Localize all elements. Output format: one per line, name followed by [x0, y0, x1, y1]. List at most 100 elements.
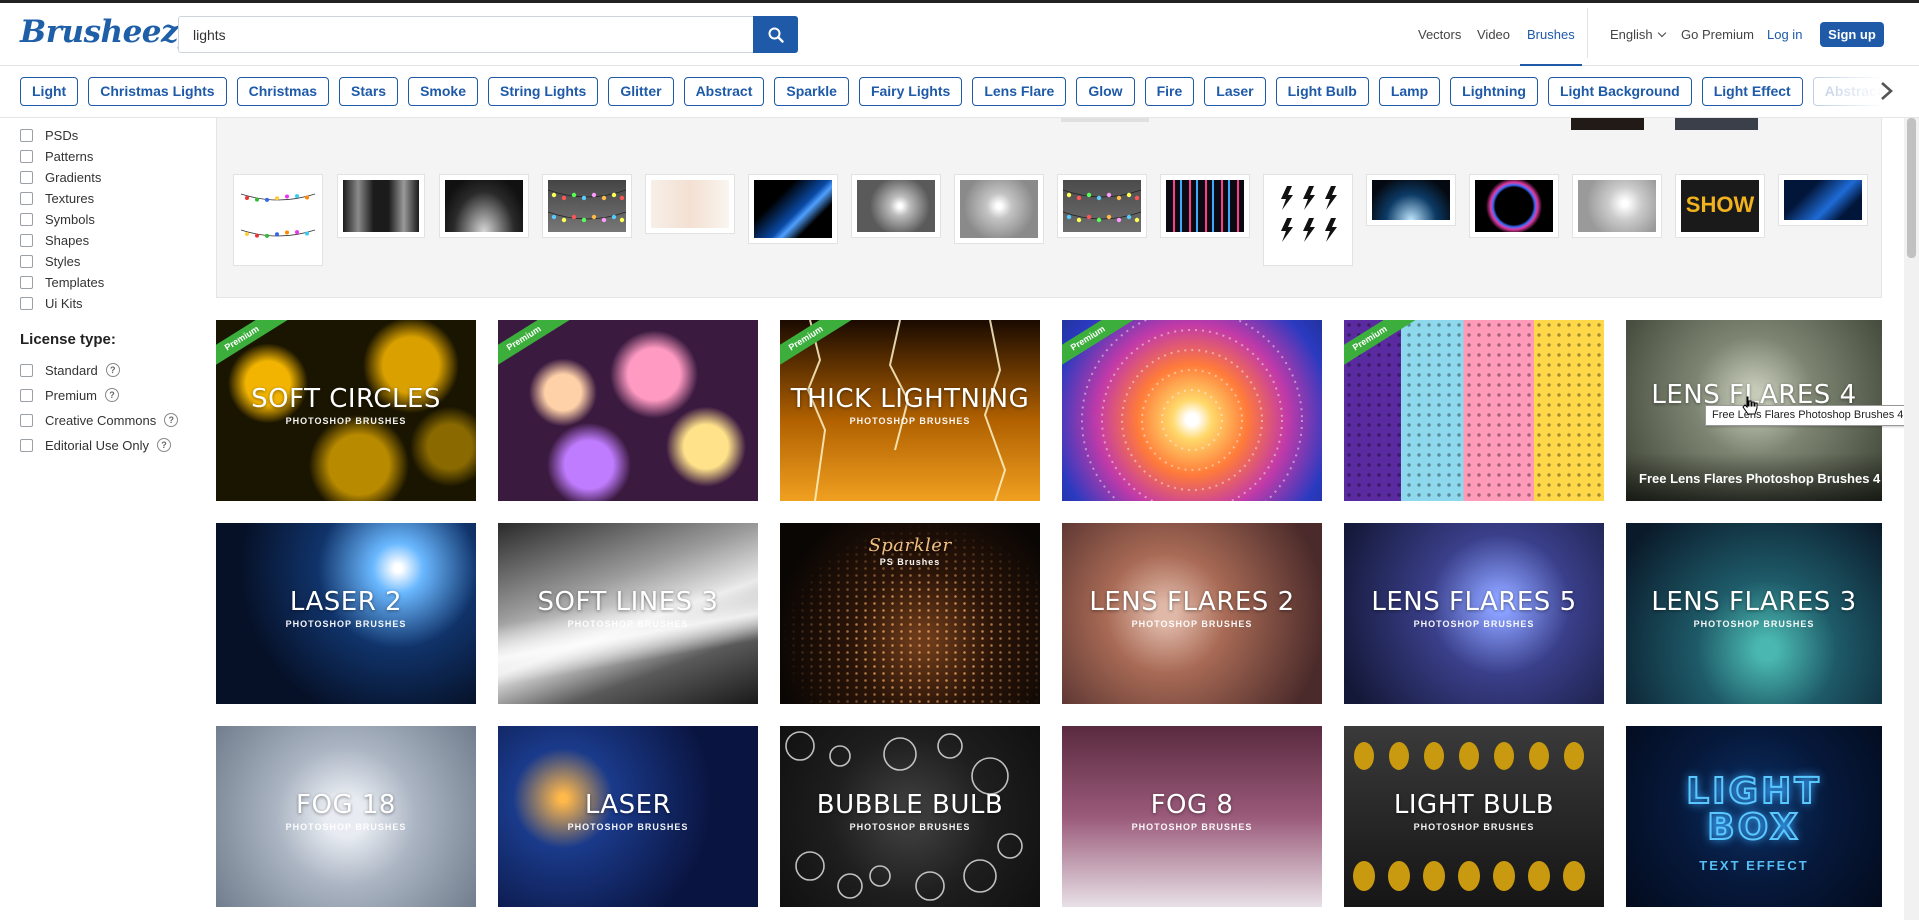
- tag-laser[interactable]: Laser: [1204, 77, 1266, 106]
- brush-card[interactable]: Premium: [498, 320, 758, 501]
- brush-card[interactable]: LIGHT BULB PHOTOSHOP BRUSHES: [1344, 726, 1604, 907]
- checkbox[interactable]: [20, 296, 33, 310]
- thumb-partial[interactable]: [1571, 118, 1644, 130]
- tag-string-lights[interactable]: String Lights: [488, 77, 599, 106]
- signup-button[interactable]: Sign up: [1820, 22, 1884, 47]
- brush-card[interactable]: Sparkler PS Brushes: [780, 523, 1040, 704]
- brush-card[interactable]: LENS FLARES 2 PHOTOSHOP BRUSHES: [1062, 523, 1322, 704]
- related-thumb[interactable]: [851, 174, 941, 238]
- related-thumb[interactable]: [1057, 174, 1147, 238]
- brusheezy-logo[interactable]: Brusheezy: [20, 14, 196, 50]
- tag-fairy-lights[interactable]: Fairy Lights: [858, 77, 963, 106]
- checkbox[interactable]: [20, 254, 33, 268]
- brush-card[interactable]: LIGHT BOX TEXT EFFECT: [1626, 726, 1882, 907]
- help-icon[interactable]: ?: [157, 438, 172, 452]
- help-icon[interactable]: ?: [105, 388, 120, 402]
- filter-ui-kits[interactable]: Ui Kits: [20, 294, 83, 312]
- related-thumb[interactable]: [1572, 174, 1662, 238]
- help-icon[interactable]: ?: [105, 363, 120, 377]
- filter-symbols[interactable]: Symbols: [20, 210, 95, 228]
- language-select[interactable]: English: [1610, 0, 1666, 66]
- brush-card[interactable]: BUBBLE BULB PHOTOSHOP BRUSHES: [780, 726, 1040, 907]
- related-thumb[interactable]: [439, 174, 529, 238]
- search-input[interactable]: [179, 17, 753, 52]
- tag-abstract[interactable]: Abstract: [683, 77, 765, 106]
- tag-light[interactable]: Light: [20, 77, 79, 106]
- chevron-right-icon[interactable]: [1875, 80, 1897, 102]
- related-thumb[interactable]: [1778, 174, 1868, 226]
- tag-light-bulb[interactable]: Light Bulb: [1275, 77, 1369, 106]
- license-standard[interactable]: Standard?: [20, 361, 120, 379]
- checkbox[interactable]: [20, 212, 33, 226]
- brush-card[interactable]: THICK LIGHTNING PHOTOSHOP BRUSHES Premium: [780, 320, 1040, 501]
- thumb-partial[interactable]: [1675, 118, 1758, 130]
- tag-christmas-lights[interactable]: Christmas Lights: [88, 77, 227, 106]
- checkbox[interactable]: [20, 170, 33, 184]
- tag-stars[interactable]: Stars: [339, 77, 399, 106]
- checkbox[interactable]: [20, 363, 33, 377]
- nav-vectors[interactable]: Vectors: [1418, 0, 1461, 66]
- help-icon[interactable]: ?: [164, 413, 179, 427]
- related-thumb[interactable]: [1160, 174, 1250, 238]
- brush-card[interactable]: SOFT CIRCLES PHOTOSHOP BRUSHES Premium: [216, 320, 476, 501]
- thumb-image: [1269, 180, 1347, 260]
- brush-card[interactable]: LASER 2 PHOTOSHOP BRUSHES: [216, 523, 476, 704]
- checkbox[interactable]: [20, 233, 33, 247]
- related-thumb[interactable]: [645, 174, 735, 234]
- checkbox[interactable]: [20, 438, 33, 452]
- related-thumb[interactable]: [337, 174, 425, 238]
- login-link[interactable]: Log in: [1767, 0, 1802, 66]
- checkbox[interactable]: [20, 413, 33, 427]
- related-thumb[interactable]: [1366, 174, 1456, 226]
- brush-card[interactable]: LENS FLARES 3 PHOTOSHOP BRUSHES: [1626, 523, 1882, 704]
- related-thumb[interactable]: [954, 174, 1044, 244]
- checkbox[interactable]: [20, 149, 33, 163]
- filter-gradients[interactable]: Gradients: [20, 168, 101, 186]
- brush-card[interactable]: FOG 18 PHOTOSHOP BRUSHES: [216, 726, 476, 907]
- related-thumb[interactable]: [1263, 174, 1353, 266]
- brush-card[interactable]: LASER PHOTOSHOP BRUSHES: [498, 726, 758, 907]
- checkbox[interactable]: [20, 275, 33, 289]
- checkbox[interactable]: [20, 128, 33, 142]
- tag-light-effect[interactable]: Light Effect: [1701, 77, 1803, 106]
- related-thumb[interactable]: [233, 174, 323, 266]
- related-thumb[interactable]: [542, 174, 632, 238]
- license-premium[interactable]: Premium?: [20, 386, 120, 404]
- tag-light-background[interactable]: Light Background: [1547, 77, 1692, 106]
- tag-lamp[interactable]: Lamp: [1378, 77, 1441, 106]
- filter-textures[interactable]: Textures: [20, 189, 94, 207]
- thumb-partial[interactable]: [1061, 118, 1149, 122]
- tag-glitter[interactable]: Glitter: [608, 77, 674, 106]
- go-premium-link[interactable]: Go Premium: [1681, 0, 1754, 66]
- nav-brushes[interactable]: Brushes: [1520, 0, 1582, 66]
- tag-christmas[interactable]: Christmas: [236, 77, 330, 106]
- license-creative-commons[interactable]: Creative Commons?: [20, 411, 179, 429]
- filter-shapes[interactable]: Shapes: [20, 231, 89, 249]
- license-editorial-use-only[interactable]: Editorial Use Only?: [20, 436, 172, 454]
- related-thumb[interactable]: [748, 174, 838, 244]
- brush-card[interactable]: SOFT LINES 3 PHOTOSHOP BRUSHES: [498, 523, 758, 704]
- tag-lightning[interactable]: Lightning: [1450, 77, 1538, 106]
- tag-fire[interactable]: Fire: [1144, 77, 1195, 106]
- tag-lens-flare[interactable]: Lens Flare: [972, 77, 1067, 106]
- filter-patterns[interactable]: Patterns: [20, 147, 93, 165]
- brush-card[interactable]: FOG 8 PHOTOSHOP BRUSHES: [1062, 726, 1322, 907]
- brush-card[interactable]: Premium: [1344, 320, 1604, 501]
- filter-psds[interactable]: PSDs: [20, 126, 78, 144]
- nav-video[interactable]: Video: [1477, 0, 1510, 66]
- related-thumb[interactable]: SHOW: [1675, 174, 1765, 238]
- tag-glow[interactable]: Glow: [1076, 77, 1135, 106]
- tag-sparkle[interactable]: Sparkle: [774, 77, 849, 106]
- checkbox[interactable]: [20, 388, 33, 402]
- license-label: Premium: [45, 387, 98, 403]
- filter-templates[interactable]: Templates: [20, 273, 104, 291]
- checkbox[interactable]: [20, 191, 33, 205]
- search-button[interactable]: [753, 16, 798, 53]
- brush-card[interactable]: Premium: [1062, 320, 1322, 501]
- page-scrollbar[interactable]: [1904, 118, 1919, 920]
- scrollbar-thumb[interactable]: [1907, 118, 1916, 258]
- filter-styles[interactable]: Styles: [20, 252, 80, 270]
- related-thumb[interactable]: [1469, 174, 1559, 238]
- tag-smoke[interactable]: Smoke: [408, 77, 478, 106]
- brush-card[interactable]: LENS FLARES 5 PHOTOSHOP BRUSHES: [1344, 523, 1604, 704]
